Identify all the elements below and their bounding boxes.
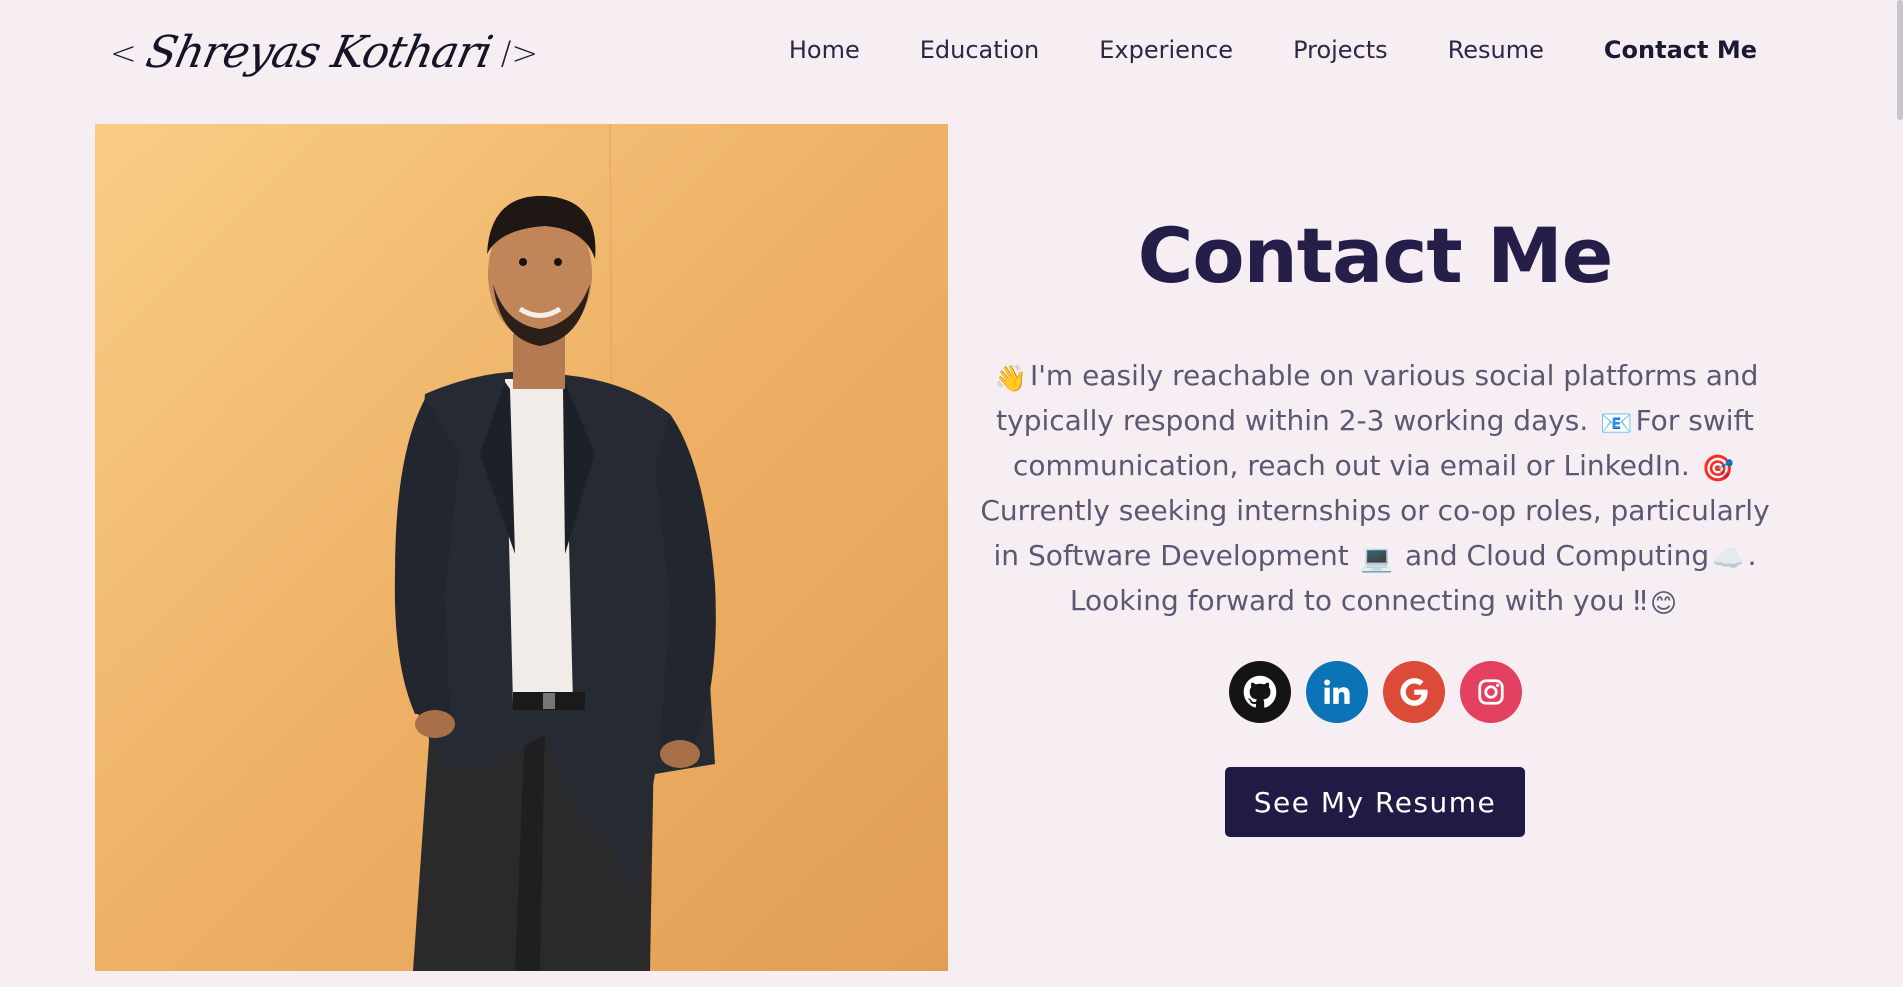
nav-item-education[interactable]: Education <box>920 36 1039 64</box>
logo-open-bracket: < <box>110 34 137 72</box>
laptop-emoji: 💻 <box>1360 544 1394 575</box>
nav-item-home[interactable]: Home <box>789 36 860 64</box>
portrait-illustration <box>95 124 948 971</box>
nav-item-resume[interactable]: Resume <box>1448 36 1544 64</box>
linkedin-icon <box>1323 679 1350 705</box>
site-logo[interactable]: < Shreyas Kothari /> <box>110 18 538 88</box>
logo-close-bracket: /> <box>500 34 539 72</box>
nav-item-projects[interactable]: Projects <box>1293 36 1388 64</box>
nav-item-experience[interactable]: Experience <box>1099 36 1233 64</box>
scrollbar-thumb[interactable] <box>1897 0 1903 120</box>
github-icon <box>1243 675 1276 708</box>
nav-item-contact[interactable]: Contact Me <box>1604 36 1757 64</box>
profile-photo <box>95 124 948 971</box>
github-link[interactable] <box>1228 661 1291 724</box>
contact-description: 👋 I'm easily reachable on various social … <box>975 353 1775 623</box>
desc-text-4: and Cloud Computing <box>1404 539 1710 573</box>
google-icon <box>1399 678 1428 707</box>
main-nav: Home Education Experience Projects Resum… <box>789 30 1757 70</box>
instagram-icon <box>1477 679 1504 705</box>
target-emoji: 🎯 <box>1701 454 1734 485</box>
instagram-link[interactable] <box>1459 661 1522 724</box>
site-header: < Shreyas Kothari /> Home Education Expe… <box>0 0 1903 98</box>
linkedin-link[interactable] <box>1305 661 1368 724</box>
wave-emoji: 👋 <box>994 364 1027 395</box>
see-resume-button[interactable]: See My Resume <box>1225 767 1525 838</box>
page-title: Contact Me <box>1137 211 1614 300</box>
google-link[interactable] <box>1382 661 1445 724</box>
social-links <box>975 661 1775 724</box>
logo-signature: Shreyas Kothari <box>141 27 497 78</box>
contact-section: Contact Me 👋 I'm easily reachable on vari… <box>975 200 1775 838</box>
mail-emoji: 📧 <box>1600 409 1633 440</box>
smile-emoji: 😊 <box>1650 589 1678 620</box>
cloud-emoji: ☁️ <box>1712 544 1745 575</box>
desc-text-6: ‼ <box>1633 584 1647 618</box>
